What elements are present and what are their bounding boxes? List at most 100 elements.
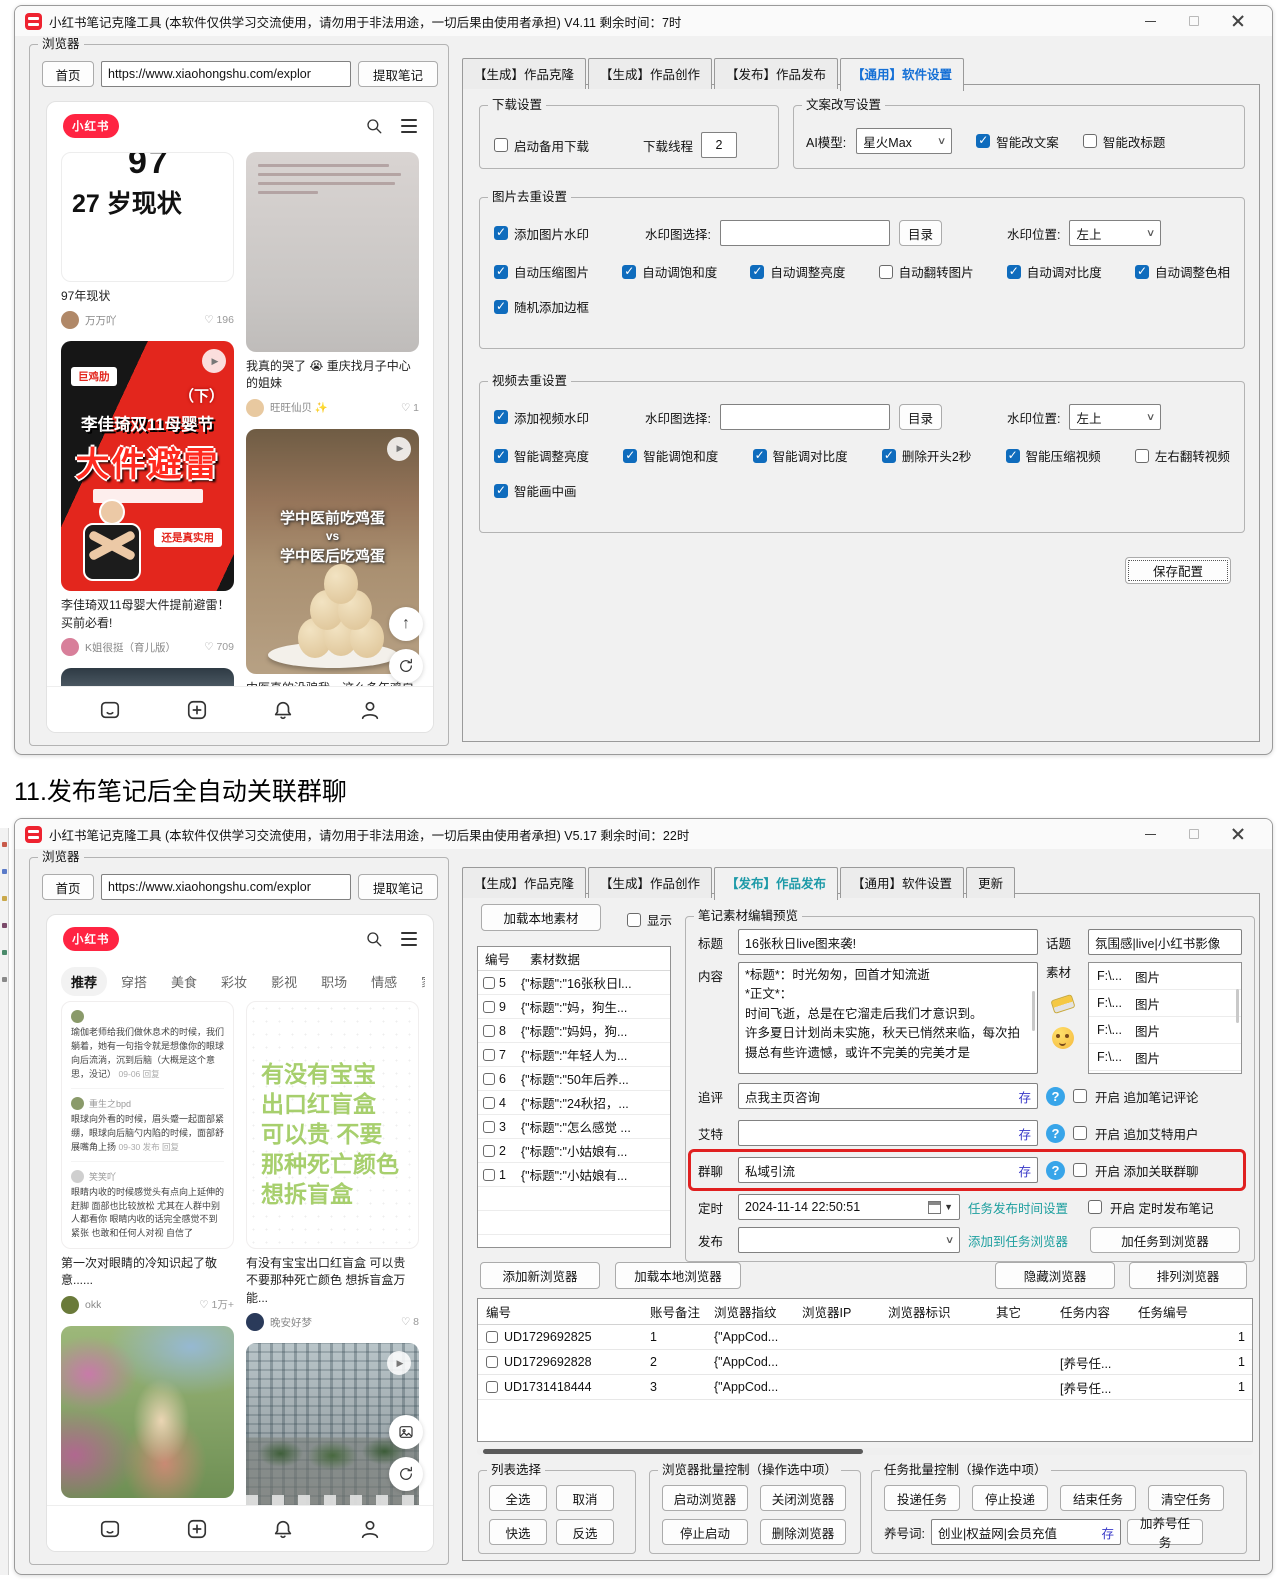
save-link[interactable]: 存: [1018, 1124, 1031, 1143]
minimize-button[interactable]: [1128, 8, 1172, 34]
backup-download-checkbox[interactable]: [494, 138, 508, 152]
url-input[interactable]: https://www.xiaohongshu.com/explor: [101, 61, 351, 87]
card-caption[interactable]: 李佳琦双11母婴大件提前避雷！买前必看!: [61, 597, 234, 632]
browser-batch-button[interactable]: 关闭浏览器: [760, 1485, 846, 1511]
card-caption[interactable]: 我真的哭了 😭 重庆找月子中心的姐妹: [246, 358, 419, 393]
help-icon[interactable]: [1046, 1086, 1065, 1106]
row-checkbox[interactable]: [483, 1120, 495, 1133]
row-checkbox[interactable]: [483, 1000, 495, 1013]
image-option-checkbox[interactable]: [1134, 264, 1149, 279]
row-checkbox[interactable]: [483, 976, 495, 989]
like-count[interactable]: 709: [204, 641, 234, 653]
show-checkbox[interactable]: [627, 912, 641, 927]
help-icon[interactable]: [1046, 1123, 1065, 1143]
author-name[interactable]: okk: [85, 1299, 101, 1311]
save-config-button[interactable]: 保存配置: [1125, 557, 1231, 584]
add-browser-button[interactable]: 添加新浏览器: [480, 1262, 600, 1289]
like-count[interactable]: 1万+: [199, 1297, 234, 1312]
material-row[interactable]: 8 {"标题":"妈妈，狗...: [478, 1019, 670, 1043]
notifications-bell-icon[interactable]: [272, 1518, 294, 1540]
feed-card-video[interactable]: 巨鸡肋 （下） 李佳琦双11母婴节 大件避雷 还是真实用: [61, 341, 234, 592]
menu-icon[interactable]: [401, 932, 417, 946]
save-link[interactable]: 存: [1101, 1523, 1114, 1542]
like-count[interactable]: 196: [204, 314, 234, 326]
refresh-button[interactable]: [389, 1457, 423, 1491]
enable-checkbox[interactable]: [1073, 1126, 1087, 1140]
image-watermark-checkbox[interactable]: [494, 225, 508, 240]
video-option-checkbox[interactable]: [494, 448, 508, 463]
asset-table[interactable]: F:\... 图片 F:\... 图片 F:\... 图片 F:\... 图片: [1088, 962, 1242, 1074]
avatar[interactable]: [61, 1295, 79, 1314]
scrollbar-thumb[interactable]: [483, 1449, 863, 1454]
task-batch-button[interactable]: 清空任务: [1148, 1485, 1224, 1511]
material-row[interactable]: 6 {"标题":"50年后养...: [478, 1067, 670, 1091]
profile-icon[interactable]: [359, 699, 381, 721]
row-checkbox[interactable]: [486, 1331, 498, 1343]
threads-input[interactable]: 2: [701, 132, 738, 158]
row-checkbox[interactable]: [483, 1168, 495, 1181]
horizontal-scrollbar[interactable]: [477, 1448, 1253, 1455]
column-header[interactable]: 浏览器指纹: [714, 1302, 802, 1321]
calendar-picker[interactable]: ▼: [928, 1200, 953, 1214]
nurture-word-input[interactable]: 创业|权益网|会员充值 存: [930, 1519, 1121, 1545]
column-header[interactable]: 任务编号: [1138, 1302, 1210, 1321]
browser-batch-button[interactable]: 停止启动: [662, 1519, 748, 1545]
url-input[interactable]: https://www.xiaohongshu.com/explor: [101, 874, 351, 900]
column-header[interactable]: 其它: [996, 1302, 1060, 1321]
datetime-input[interactable]: 2024-11-14 22:50:51 ▼: [738, 1194, 960, 1220]
material-row[interactable]: 7 {"标题":"年轻人为...: [478, 1043, 670, 1067]
author-name[interactable]: 旺旺仙贝 ✨: [270, 400, 328, 415]
random-border-checkbox[interactable]: [494, 299, 508, 314]
create-post-icon[interactable]: [186, 699, 208, 721]
row-input[interactable]: 存: [738, 1120, 1038, 1146]
create-post-icon[interactable]: [186, 1518, 208, 1540]
tab[interactable]: 【生成】作品创作: [588, 867, 713, 898]
add-task-button[interactable]: 加任务到浏览器: [1090, 1227, 1240, 1253]
rewrite-option-checkbox[interactable]: [1082, 134, 1097, 148]
row-input[interactable]: 私域引流 存: [738, 1157, 1038, 1183]
list-select-button[interactable]: 全选: [489, 1485, 547, 1511]
add-nurture-task-button[interactable]: 加养号任务: [1126, 1517, 1203, 1550]
home-button[interactable]: 首页: [42, 874, 94, 900]
tab[interactable]: 【生成】作品创作: [588, 58, 713, 89]
tab[interactable]: 【生成】作品克隆: [462, 867, 587, 898]
image-option-checkbox[interactable]: [494, 264, 508, 279]
content-textarea[interactable]: *标题*：时光匆匆，回首才知流逝 *正文*： 时间飞逝，总是在它溜走后我们才意识…: [738, 962, 1038, 1074]
avatar[interactable]: [61, 311, 79, 330]
category-tab[interactable]: 美食: [161, 967, 207, 996]
video-option-checkbox[interactable]: [623, 448, 638, 463]
feed-card-comments[interactable]: 瑜伽老师给我们做休息术的时候，我们躺着，她有一句指令就是想像你的眼球向后流淌，沉…: [61, 1001, 234, 1249]
profile-icon[interactable]: [359, 1518, 381, 1540]
publish-select[interactable]: [738, 1227, 960, 1253]
tab[interactable]: 【通用】软件设置: [840, 58, 965, 91]
video-option-checkbox[interactable]: [1005, 448, 1020, 463]
maximize-button[interactable]: [1172, 821, 1216, 847]
maximize-button[interactable]: [1172, 8, 1216, 34]
feed-card-photo[interactable]: [61, 1325, 234, 1498]
browser-batch-button[interactable]: 删除浏览器: [760, 1519, 846, 1545]
add-to-task-browser-link[interactable]: 添加到任务浏览器: [968, 1231, 1080, 1250]
search-icon[interactable]: [365, 930, 383, 948]
asset-row[interactable]: F:\... 图片: [1089, 1044, 1241, 1071]
card-caption[interactable]: 有没有宝宝出口红盲盒 可以贵 不要那种死亡颜色 想拆盲盒万能...: [246, 1255, 419, 1307]
rewrite-option-checkbox[interactable]: [976, 133, 991, 148]
tab[interactable]: 【发布】作品发布: [714, 58, 839, 89]
close-button[interactable]: [1216, 821, 1260, 847]
enable-checkbox[interactable]: [1073, 1089, 1087, 1103]
column-header[interactable]: 编号: [478, 949, 530, 968]
material-row[interactable]: 9 {"标题":"妈，狗生...: [478, 995, 670, 1019]
save-link[interactable]: 存: [1018, 1087, 1031, 1106]
row-checkbox[interactable]: [483, 1144, 495, 1157]
category-tab[interactable]: 彩妆: [211, 967, 257, 996]
card-caption[interactable]: 97年现状: [61, 288, 234, 305]
category-tab[interactable]: 影视: [261, 967, 307, 996]
image-option-checkbox[interactable]: [1006, 264, 1021, 279]
row-checkbox[interactable]: [483, 1048, 495, 1061]
feed-card-image[interactable]: [246, 152, 419, 352]
image-mode-button[interactable]: [389, 1415, 423, 1449]
minimize-button[interactable]: [1128, 821, 1172, 847]
material-row[interactable]: 5 {"标题":"16张秋日l...: [478, 971, 670, 995]
task-batch-button[interactable]: 投递任务: [884, 1485, 960, 1511]
load-local-material-button[interactable]: 加载本地素材: [481, 904, 601, 931]
eraser-icon[interactable]: [1050, 993, 1076, 1015]
